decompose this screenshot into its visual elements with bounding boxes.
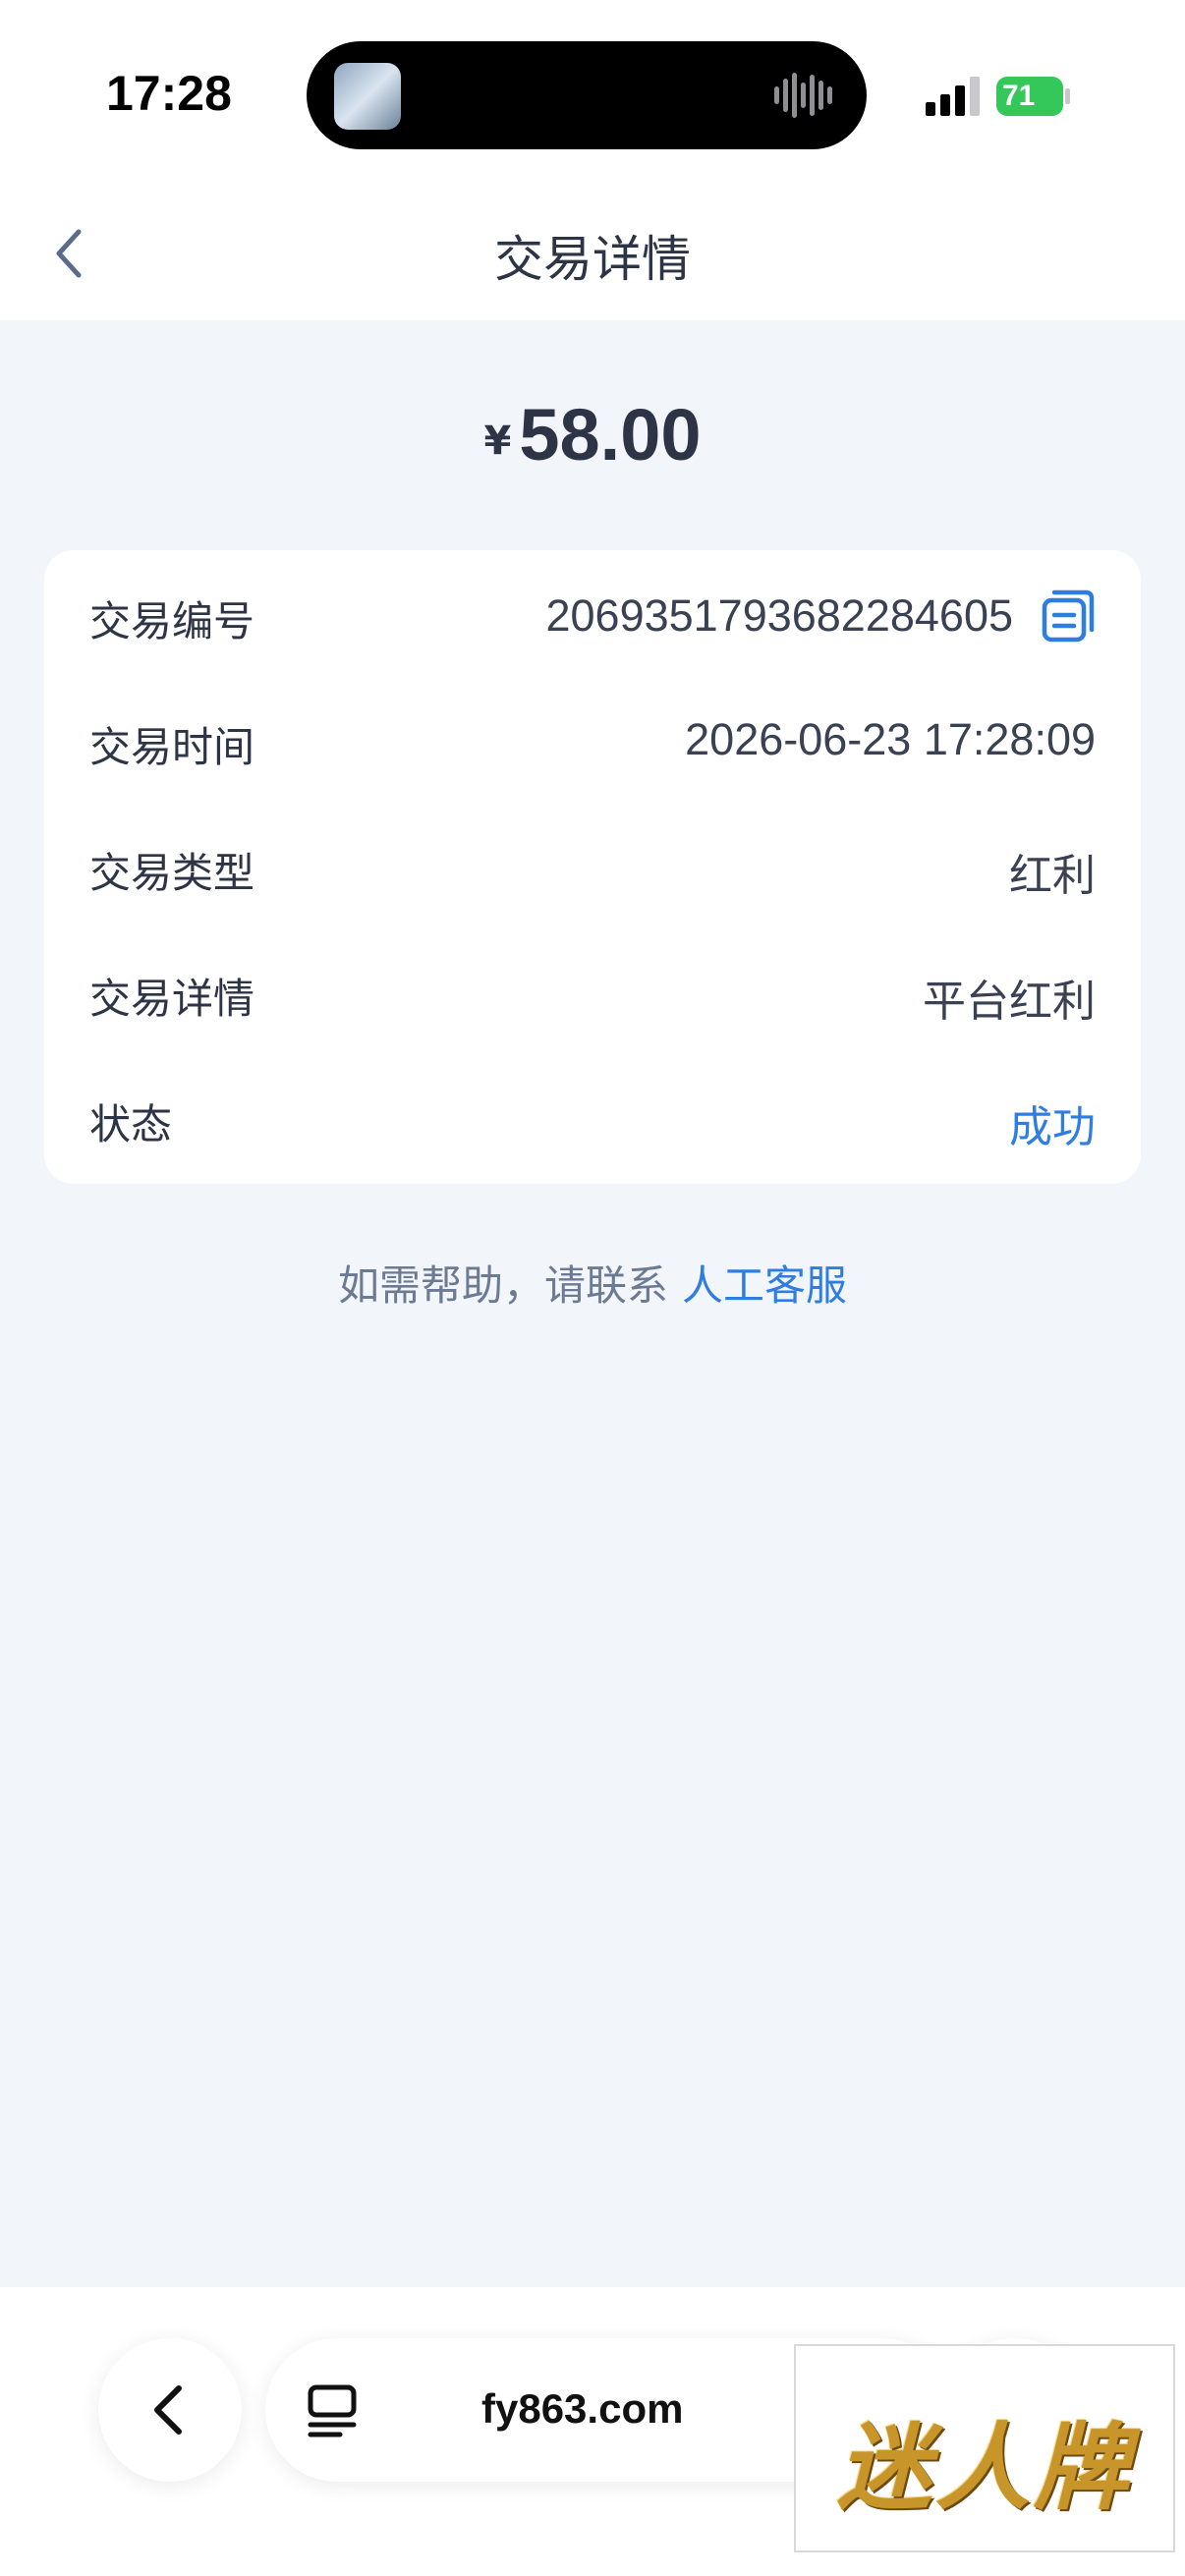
transaction-type-value: 红利 [1009, 851, 1096, 901]
help-prefix: 如需帮助，请联系 [337, 1261, 668, 1310]
detail-row-type: 交易类型 红利 [89, 828, 1096, 907]
watermark-logo: 迷人牌 [794, 2344, 1175, 2552]
transaction-time-label: 交易时间 [89, 723, 255, 771]
url-text: fy863.com [481, 2385, 684, 2432]
customer-service-link[interactable]: 人工客服 [682, 1261, 847, 1310]
now-playing-artwork [334, 63, 401, 130]
transaction-detail-value: 平台红利 [923, 977, 1096, 1027]
copy-icon[interactable] [1041, 588, 1096, 644]
audio-waveform-icon [774, 73, 832, 118]
page: 17:28 71 交易详情 ¥ 58.00 交易编号 2069351793682… [0, 0, 1185, 2576]
help-text: 如需帮助，请联系 人工客服 [0, 1253, 1185, 1313]
battery-cap [1065, 88, 1070, 104]
amount-value: 58.00 [519, 394, 702, 476]
dynamic-island[interactable] [307, 41, 867, 149]
transaction-id-wrap: 2069351793682284605 [545, 577, 1096, 655]
nav-header: 交易详情 [0, 187, 1185, 320]
status-value: 成功 [1009, 1102, 1096, 1152]
watermark-text: 迷人牌 [837, 2412, 1132, 2523]
transaction-id-value: 2069351793682284605 [545, 590, 1013, 641]
transaction-type-label: 交易类型 [89, 849, 255, 897]
browser-back-button[interactable] [98, 2338, 242, 2482]
battery-level: 71 [1002, 80, 1036, 112]
currency-symbol: ¥ [483, 419, 512, 464]
battery-icon: 71 [996, 77, 1063, 116]
detail-row-status: 状态 成功 [89, 1080, 1096, 1158]
transaction-time-value: 2026-06-23 17:28:09 [685, 714, 1096, 764]
amount-display: ¥58.00 [0, 393, 1185, 476]
detail-row-id: 交易编号 2069351793682284605 [89, 577, 1096, 655]
page-title: 交易详情 [494, 231, 691, 288]
detail-row-detail: 交易详情 平台红利 [89, 954, 1096, 1033]
tabs-icon[interactable] [307, 2383, 360, 2438]
transaction-detail-card: 交易编号 2069351793682284605 交易时间 2026-06-23… [44, 550, 1141, 1184]
status-label: 状态 [89, 1100, 173, 1148]
clock: 17:28 [106, 66, 232, 121]
chevron-left-icon [154, 2385, 182, 2435]
transaction-detail-label: 交易详情 [89, 975, 255, 1023]
detail-row-time: 交易时间 2026-06-23 17:28:09 [89, 702, 1096, 781]
status-bar: 17:28 71 [0, 0, 1185, 187]
cellular-signal-icon [926, 77, 980, 116]
transaction-id-label: 交易编号 [89, 597, 255, 645]
